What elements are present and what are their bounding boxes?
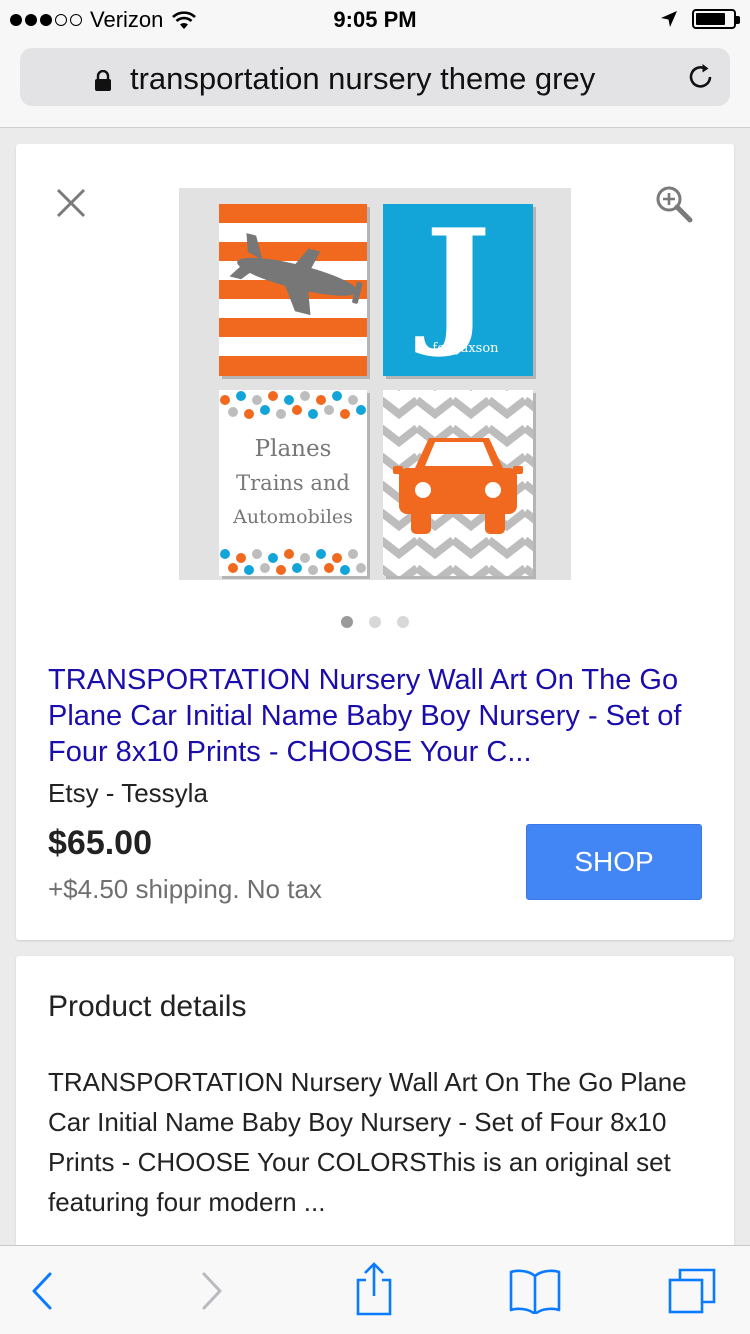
back-icon[interactable] bbox=[20, 1268, 64, 1314]
product-image[interactable]: J is for Jaxson Planes Trains and Automo… bbox=[179, 188, 571, 580]
print-text-line-3: Automobiles bbox=[232, 506, 353, 528]
tabs-icon[interactable] bbox=[668, 1268, 718, 1314]
status-bar: Verizon 9:05 PM bbox=[0, 0, 750, 40]
bottom-toolbar bbox=[0, 1245, 750, 1334]
print-text-line-2: Trains and bbox=[236, 471, 350, 495]
status-right bbox=[660, 9, 740, 29]
product-card: J is for Jaxson Planes Trains and Automo… bbox=[16, 144, 734, 940]
address-bar[interactable]: transportation nursery theme grey bbox=[20, 48, 730, 106]
close-icon[interactable] bbox=[54, 186, 88, 220]
price-label: $65.00 bbox=[48, 824, 152, 862]
product-details-card: Product details TRANSPORTATION Nursery W… bbox=[16, 956, 734, 1276]
product-title-link[interactable]: TRANSPORTATION Nursery Wall Art On The G… bbox=[48, 662, 708, 770]
monogram-caption: is for Jaxson bbox=[417, 341, 499, 356]
product-image-art: J is for Jaxson Planes Trains and Automo… bbox=[219, 198, 536, 579]
url-text[interactable]: transportation nursery theme grey bbox=[130, 61, 595, 97]
bookmarks-icon[interactable] bbox=[508, 1268, 562, 1314]
zoom-in-icon[interactable] bbox=[654, 184, 694, 224]
lock-icon bbox=[95, 70, 111, 91]
carousel-dot[interactable] bbox=[369, 616, 381, 628]
carousel-indicator bbox=[16, 616, 734, 628]
battery-icon bbox=[692, 9, 740, 29]
shop-button[interactable]: SHOP bbox=[526, 824, 702, 900]
forward-icon[interactable] bbox=[190, 1268, 234, 1314]
monogram-letter: J bbox=[414, 198, 490, 361]
carousel-dot[interactable] bbox=[397, 616, 409, 628]
status-time: 9:05 PM bbox=[333, 7, 417, 32]
details-heading: Product details bbox=[48, 990, 247, 1023]
carousel-dot[interactable] bbox=[341, 616, 353, 628]
location-arrow-icon bbox=[661, 11, 677, 27]
print-text-line-1: Planes bbox=[255, 436, 332, 462]
share-icon[interactable] bbox=[352, 1262, 396, 1316]
shipping-label: +$4.50 shipping. No tax bbox=[48, 874, 322, 904]
details-body: TRANSPORTATION Nursery Wall Art On The G… bbox=[48, 1067, 687, 1217]
seller-label: Etsy - Tessyla bbox=[48, 778, 208, 808]
browser-header: transportation nursery theme grey bbox=[0, 40, 750, 128]
reload-icon[interactable] bbox=[686, 62, 716, 92]
